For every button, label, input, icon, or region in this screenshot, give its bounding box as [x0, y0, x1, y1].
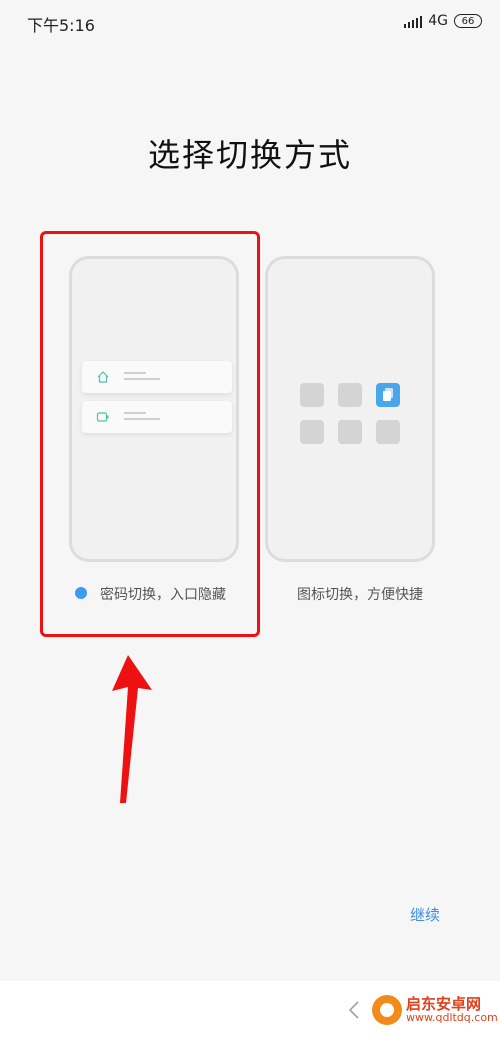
watermark: 启东安卓网 www.qdltdq.com: [372, 995, 498, 1025]
network-type: 4G: [428, 13, 448, 29]
watermark-url: www.qdltdq.com: [406, 1011, 498, 1025]
text-placeholder: [124, 412, 160, 420]
text-placeholder: [124, 372, 160, 380]
hidden-list-item-home: [82, 361, 232, 393]
page-title: 选择切换方式: [147, 136, 352, 174]
red-arrow-annotation: [112, 655, 152, 803]
app-tile-active: [376, 383, 400, 407]
home-icon: [97, 371, 109, 383]
selected-radio-indicator[interactable]: [75, 587, 87, 599]
status-bar: 下午5:16 4G 66: [0, 0, 500, 44]
option-icon-label[interactable]: 图标切换，方便快捷: [297, 584, 423, 604]
app-icon-grid: [300, 383, 410, 444]
app-tile: [300, 420, 324, 444]
app-tile: [338, 420, 362, 444]
status-icons: 4G 66: [404, 13, 482, 29]
option-icon-preview[interactable]: [265, 256, 435, 562]
hidden-list-item-battery: [82, 401, 232, 433]
battery-outline-icon: [96, 412, 109, 422]
documents-icon: [383, 388, 393, 401]
watermark-logo-icon: [372, 995, 402, 1025]
continue-button[interactable]: 继续: [410, 904, 440, 925]
signal-icon: [404, 14, 423, 28]
app-tile: [338, 383, 362, 407]
back-chevron-icon[interactable]: [347, 1000, 361, 1020]
option-password-label[interactable]: 密码切换，入口隐藏: [100, 584, 226, 604]
status-time: 下午5:16: [27, 16, 95, 35]
option-password-preview[interactable]: [69, 256, 239, 562]
watermark-name: 启东安卓网: [406, 994, 482, 1013]
app-tile: [376, 420, 400, 444]
app-tile: [300, 383, 324, 407]
battery-icon: 66: [454, 14, 482, 28]
